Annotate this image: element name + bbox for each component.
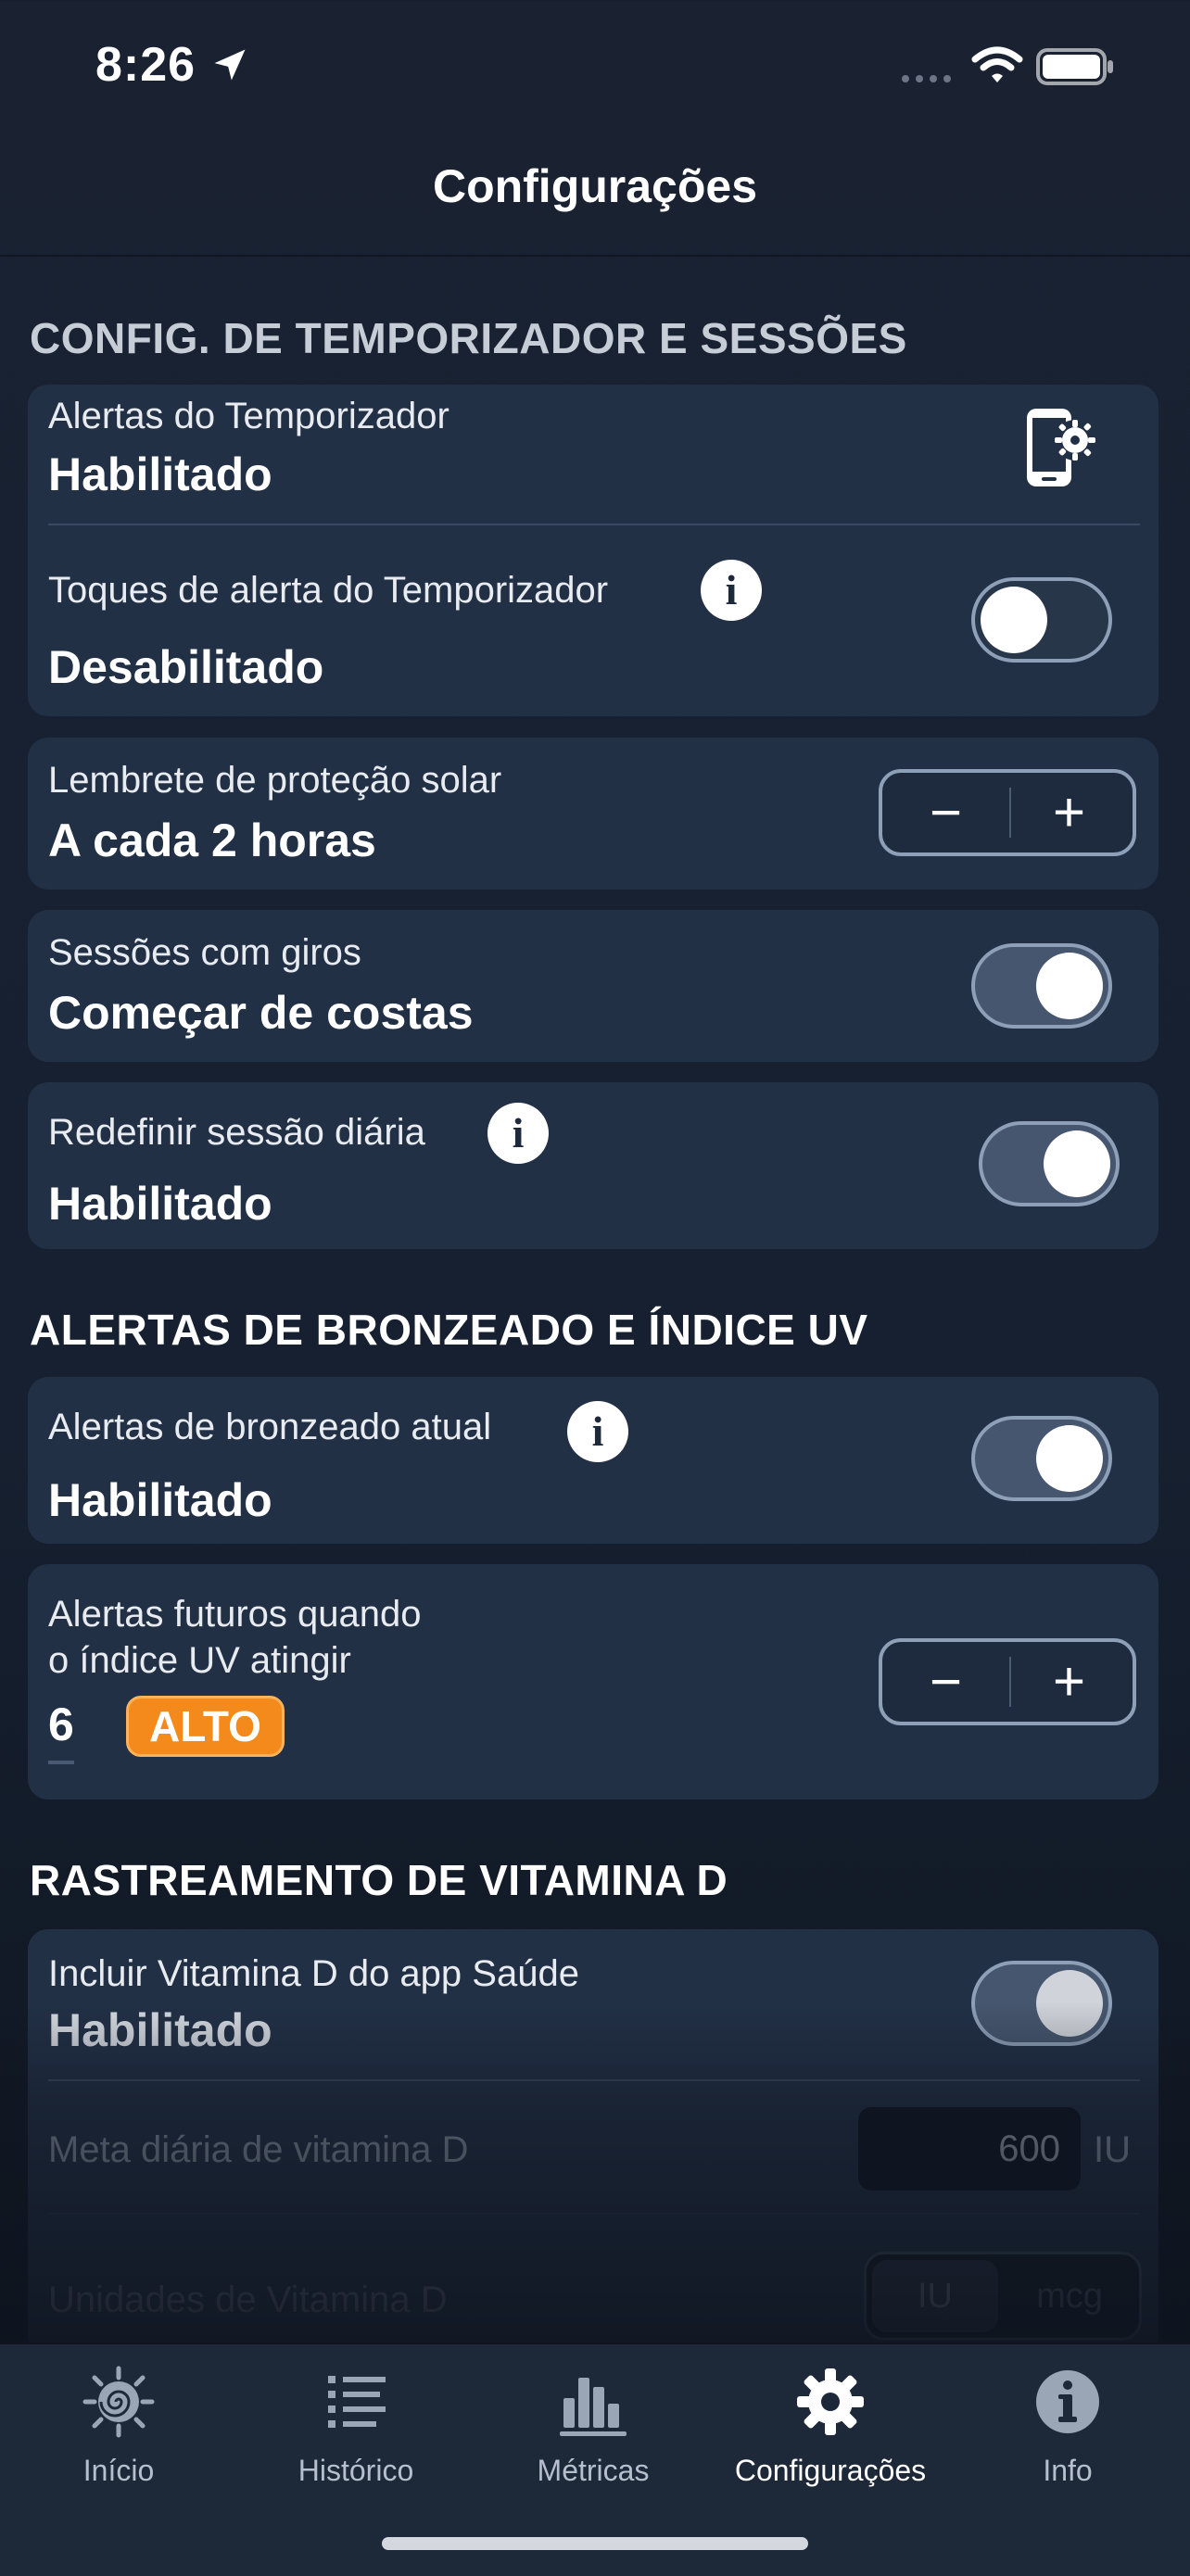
tab-historico[interactable]: Histórico: [237, 2344, 475, 2511]
sunscreen-label: Lembrete de proteção solar: [48, 760, 502, 801]
uv-level-badge: ALTO: [126, 1696, 285, 1757]
card-daily-reset: Redefinir sessão diária i Habilitado: [28, 1082, 1158, 1249]
wifi-icon: [971, 46, 1023, 82]
future-alerts-label-line2: o índice UV atingir: [48, 1640, 351, 1681]
section-header-uv: ALERTAS DE BRONZEADO E ÍNDICE UV: [30, 1306, 868, 1354]
tab-inicio[interactable]: Início: [0, 2344, 237, 2511]
daily-goal-label: Meta diária de vitamina D: [48, 2129, 469, 2170]
bar-chart-icon: [560, 2378, 627, 2436]
timer-tones-toggle[interactable]: [971, 577, 1112, 663]
cellular-signal-icon: [902, 75, 951, 82]
section-header-timer: CONFIG. DE TEMPORIZADOR E SESSÕES: [30, 314, 907, 362]
daily-reset-toggle[interactable]: [979, 1121, 1120, 1206]
gear-icon: [797, 2368, 864, 2435]
card-turns: Sessões com giros Começar de costas: [28, 910, 1158, 1062]
tab-label: Info: [1043, 2454, 1093, 2487]
info-icon[interactable]: i: [567, 1401, 628, 1462]
timer-alerts-value: Habilitado: [48, 448, 272, 500]
sun-spiral-icon: [82, 2366, 155, 2438]
daily-goal-input[interactable]: 600: [858, 2107, 1081, 2191]
toggle-knob: [1044, 1130, 1110, 1197]
card-timer-alerts: Alertas do Temporizador Habilitado Toque…: [28, 385, 1158, 716]
card-current-alerts: Alertas de bronzeado atual i Habilitado: [28, 1377, 1158, 1544]
units-label: Unidades de Vitamina D: [48, 2279, 448, 2320]
current-alerts-label: Alertas de bronzeado atual: [48, 1407, 492, 1447]
uv-value-underline: [48, 1761, 74, 1764]
nav-divider: [0, 255, 1190, 257]
turns-value: Começar de costas: [48, 987, 474, 1039]
info-icon: [1036, 2370, 1099, 2433]
daily-reset-label: Redefinir sessão diária: [48, 1112, 425, 1153]
toggle-knob: [1036, 1970, 1103, 2037]
status-time: 8:26: [95, 38, 196, 92]
turns-label: Sessões com giros: [48, 932, 361, 973]
tab-info[interactable]: Info: [949, 2344, 1186, 2511]
phone-settings-icon[interactable]: [1021, 405, 1105, 490]
toggle-knob: [1036, 953, 1103, 1019]
timer-tones-value: Desabilitado: [48, 641, 324, 693]
sunscreen-stepper[interactable]: − +: [879, 769, 1136, 856]
tab-label: Configurações: [734, 2454, 927, 2487]
info-icon[interactable]: i: [487, 1103, 549, 1164]
info-icon[interactable]: i: [701, 560, 762, 621]
uv-index-value: 6: [48, 1698, 74, 1750]
stepper-plus-button[interactable]: +: [1006, 773, 1133, 852]
include-health-label: Incluir Vitamina D do app Saúde: [48, 1953, 579, 1994]
tab-label: Métricas: [537, 2454, 650, 2487]
section-header-vitamin-d: RASTREAMENTO DE VITAMINA D: [30, 1856, 728, 1904]
include-health-toggle[interactable]: [971, 1961, 1112, 2046]
battery-icon: [1036, 48, 1113, 85]
turns-toggle[interactable]: [971, 943, 1112, 1029]
current-alerts-toggle[interactable]: [971, 1416, 1112, 1501]
units-option-mcg[interactable]: mcg: [1006, 2260, 1133, 2332]
future-alerts-label-line1: Alertas futuros quando: [48, 1594, 422, 1635]
tab-configuracoes[interactable]: Configurações: [712, 2344, 949, 2511]
timer-alerts-label: Alertas do Temporizador: [48, 396, 449, 436]
row-divider: [48, 524, 1140, 525]
include-health-value: Habilitado: [48, 2004, 272, 2056]
row-divider: [48, 2213, 1140, 2215]
current-alerts-value: Habilitado: [48, 1474, 272, 1526]
card-sunscreen: Lembrete de proteção solar A cada 2 hora…: [28, 738, 1158, 890]
page-title: Configurações: [432, 160, 758, 212]
tab-label: Início: [82, 2454, 155, 2487]
card-vitamin-d: Incluir Vitamina D do app Saúde Habilita…: [28, 1929, 1158, 2355]
location-arrow-icon: [214, 49, 246, 81]
card-future-alerts: Alertas futuros quando o índice UV ating…: [28, 1564, 1158, 1799]
home-indicator: [382, 2537, 808, 2550]
timer-tones-label: Toques de alerta do Temporizador: [48, 570, 609, 611]
stepper-minus-button[interactable]: −: [882, 1642, 1009, 1722]
toggle-knob: [1036, 1425, 1103, 1492]
daily-goal-unit: IU: [1094, 2129, 1131, 2170]
tab-label: Histórico: [298, 2454, 414, 2487]
tab-metricas[interactable]: Métricas: [475, 2344, 712, 2511]
row-divider: [48, 2079, 1140, 2081]
list-icon: [328, 2376, 386, 2428]
status-bar: 8:26: [0, 0, 1190, 139]
toggle-knob: [981, 587, 1047, 653]
daily-reset-value: Habilitado: [48, 1178, 272, 1230]
uv-stepper[interactable]: − +: [879, 1638, 1136, 1725]
stepper-minus-button[interactable]: −: [882, 773, 1009, 852]
stepper-plus-button[interactable]: +: [1006, 1642, 1133, 1722]
units-segmented-control[interactable]: IU mcg: [864, 2252, 1142, 2341]
sunscreen-value: A cada 2 horas: [48, 814, 376, 866]
units-option-iu[interactable]: IU: [872, 2260, 998, 2332]
